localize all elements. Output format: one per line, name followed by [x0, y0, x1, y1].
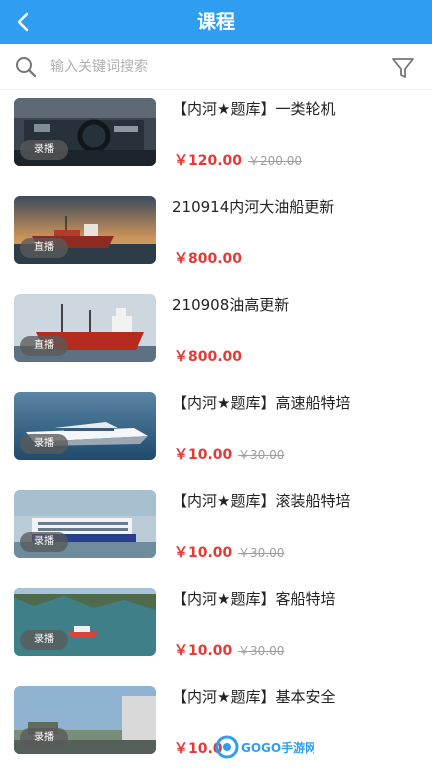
mode-badge: 录播 — [20, 630, 68, 650]
search-input[interactable] — [50, 54, 370, 80]
course-original-price: ￥30.00 — [238, 448, 285, 462]
course-thumbnail: 直播 — [14, 196, 156, 264]
course-price: ￥10.00 — [174, 545, 233, 561]
watermark-logo: GOGO手游网 — [214, 732, 317, 762]
course-item[interactable]: 录播 【内河★题库】滚装船特培 ￥10.00 ￥30.00 — [0, 482, 432, 580]
course-price: ￥800.00 — [174, 251, 243, 267]
course-thumbnail: 录播 — [14, 98, 156, 166]
course-price: ￥800.00 — [174, 349, 243, 365]
mode-badge: 录播 — [20, 140, 68, 160]
filter-icon[interactable] — [390, 55, 416, 81]
course-thumbnail: 录播 — [14, 392, 156, 460]
course-thumbnail: 录播 — [14, 686, 156, 754]
mode-badge: 直播 — [20, 238, 68, 258]
mode-badge: 录播 — [20, 532, 68, 552]
course-item[interactable]: 录播 【内河★题库】一类轮机 ￥120.00 ￥200.00 — [0, 90, 432, 188]
course-original-price: ￥200.00 — [248, 154, 302, 168]
course-price: ￥120.00 — [174, 153, 243, 169]
course-title: 【内河★题库】滚装船特培 — [172, 492, 351, 510]
course-price: ￥10.00 — [174, 643, 233, 659]
course-price: ￥10.00 — [174, 447, 233, 463]
course-title: 【内河★题库】基本安全 — [172, 688, 336, 706]
course-title: 210908油高更新 — [172, 296, 290, 314]
mode-badge: 直播 — [20, 336, 68, 356]
course-original-price: ￥30.00 — [238, 546, 285, 560]
course-item[interactable]: 直播 210908油高更新 ￥800.00 — [0, 286, 432, 384]
course-item[interactable]: 录播 【内河★题库】客船特培 ￥10.00 ￥30.00 — [0, 580, 432, 678]
search-icon[interactable] — [14, 55, 38, 79]
course-list: 录播 【内河★题库】一类轮机 ￥120.00 ￥200.00 直播 210914… — [0, 90, 432, 768]
course-title: 【内河★题库】客船特培 — [172, 590, 336, 608]
search-bar — [0, 44, 432, 90]
mode-badge: 录播 — [20, 434, 68, 454]
app-header: 课程 — [0, 0, 432, 44]
course-item[interactable]: 直播 210914内河大油船更新 ￥800.00 — [0, 188, 432, 286]
course-title: 210914内河大油船更新 — [172, 198, 335, 216]
course-thumbnail: 直播 — [14, 294, 156, 362]
course-item[interactable]: 录播 【内河★题库】高速船特培 ￥10.00 ￥30.00 — [0, 384, 432, 482]
course-thumbnail: 录播 — [14, 490, 156, 558]
course-thumbnail: 录播 — [14, 588, 156, 656]
mode-badge: 录播 — [20, 728, 68, 748]
course-title: 【内河★题库】高速船特培 — [172, 394, 351, 412]
svg-text:GOGO手游网: GOGO手游网 — [241, 740, 314, 755]
page-title: 课程 — [196, 11, 235, 33]
course-original-price: ￥30.00 — [238, 644, 285, 658]
course-title: 【内河★题库】一类轮机 — [172, 100, 336, 118]
